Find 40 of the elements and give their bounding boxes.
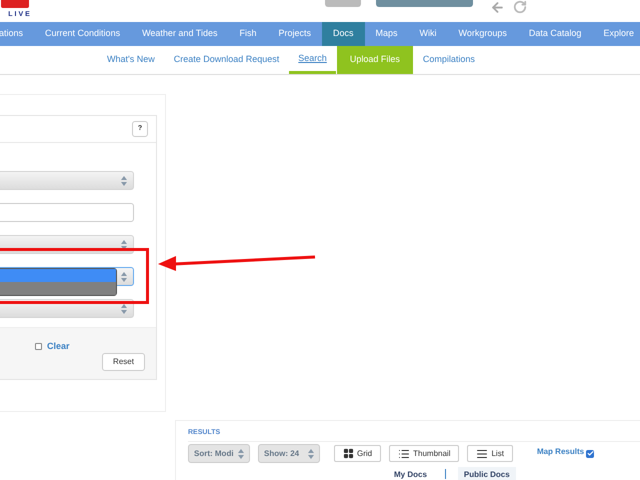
subnav-link[interactable]: Create Download Request (164, 46, 288, 74)
nav-tab[interactable]: Weather and Tides (131, 22, 228, 46)
back-icon[interactable] (490, 0, 505, 15)
sort-select[interactable]: Sort: Modi (188, 444, 250, 463)
nav-tab[interactable]: Current Conditions (34, 22, 132, 46)
select-caret-icon (308, 448, 314, 458)
dropdown-option[interactable] (0, 269, 116, 282)
subnav-link[interactable]: Compilations (414, 46, 484, 74)
view-button[interactable]: List (467, 445, 513, 462)
clear-label[interactable]: Clear (47, 340, 70, 354)
nav-tab[interactable]: Maps (364, 22, 409, 46)
clear-checkbox[interactable] (35, 343, 42, 350)
results-tab[interactable]: Public Docs (458, 467, 516, 480)
nav-tab[interactable]: Explore (592, 22, 640, 46)
check-icon (586, 450, 594, 457)
nav-tab[interactable]: Fish (228, 22, 268, 46)
upload-button[interactable]: Upload Files (336, 46, 413, 74)
nav-tab[interactable]: Wiki (408, 22, 448, 46)
subnav-link[interactable]: What's New (98, 46, 164, 74)
nav-tab[interactable]: Projects (267, 22, 322, 46)
refresh-icon[interactable] (513, 0, 527, 14)
view-button[interactable]: Thumbnail (389, 445, 460, 462)
select-field[interactable] (0, 171, 134, 190)
show-select[interactable]: Show: 24 (258, 444, 320, 463)
select-caret-icon (121, 240, 127, 250)
view-button[interactable]: Grid (334, 445, 382, 462)
select-caret-icon (121, 304, 127, 314)
map-results-label[interactable]: Map Results (536, 446, 584, 458)
select-caret-icon (121, 272, 127, 282)
reset-button[interactable]: Reset (102, 353, 145, 371)
results-tab[interactable]: My Docs (388, 467, 433, 480)
map-results-checkbox[interactable] (586, 450, 594, 458)
nav-tab[interactable]: Workgroups (448, 22, 518, 46)
lines-icon (476, 448, 488, 460)
text-field[interactable] (0, 203, 134, 222)
grid-icon (343, 448, 354, 459)
nav-tab[interactable]: Data Catalog (518, 22, 592, 46)
select-caret-icon (238, 448, 244, 458)
nav-tab[interactable]: Docs (322, 22, 365, 46)
select-caret-icon (121, 176, 127, 186)
